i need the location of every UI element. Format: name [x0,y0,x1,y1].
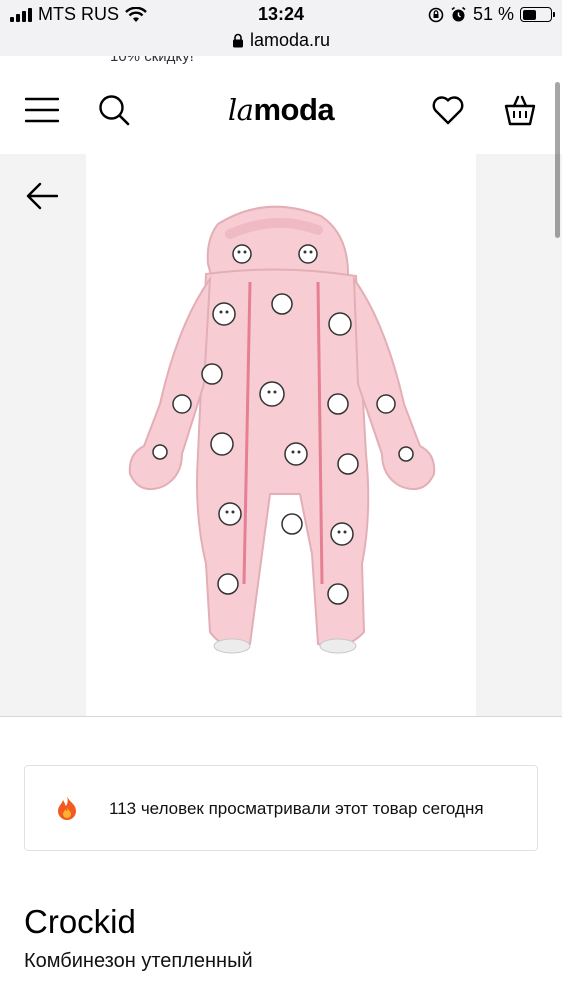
product-brand[interactable]: Crockid [24,903,136,941]
battery-icon [520,7,555,22]
cart-button[interactable] [500,90,540,130]
product-name: Комбинезон утепленный [24,950,253,972]
site-header: lamoda [0,68,562,154]
alarm-icon [451,6,466,22]
address-bar[interactable]: lamoda.ru [0,30,562,56]
views-icon-wrap [25,795,109,821]
status-bar: MTS RUS 13:24 51 % [0,0,562,30]
heart-icon [432,96,464,125]
lamoda-logo[interactable]: lamoda [0,92,562,128]
fire-icon [58,796,76,820]
product-image[interactable] [86,154,476,716]
logo-prefix: la [227,93,254,127]
snowsuit-illustration [128,205,436,654]
wishlist-button[interactable] [428,90,468,130]
back-button[interactable] [22,176,62,216]
rotation-lock-icon [428,7,444,22]
promo-peek-text: 10% скидку! [110,56,194,65]
lock-icon [232,33,243,48]
section-divider [0,716,562,717]
promo-banner-peek: 10% скидку! [0,56,562,68]
product-gallery[interactable] [0,154,562,716]
status-right: 51 % [428,4,555,25]
battery-fill [522,9,537,20]
arrow-left-icon [26,182,58,210]
page-scroll-indicator[interactable] [555,82,560,238]
bag-icon [504,95,536,126]
url-text: lamoda.ru [249,30,331,50]
views-counter-text: 113 человек просматривали этот товар сег… [109,798,484,818]
battery-percent: 51 % [472,4,514,24]
logo-suffix: moda [253,92,335,127]
address-bar-url[interactable]: lamoda.ru [232,30,330,51]
views-counter-card: 113 человек просматривали этот товар сег… [24,765,538,851]
